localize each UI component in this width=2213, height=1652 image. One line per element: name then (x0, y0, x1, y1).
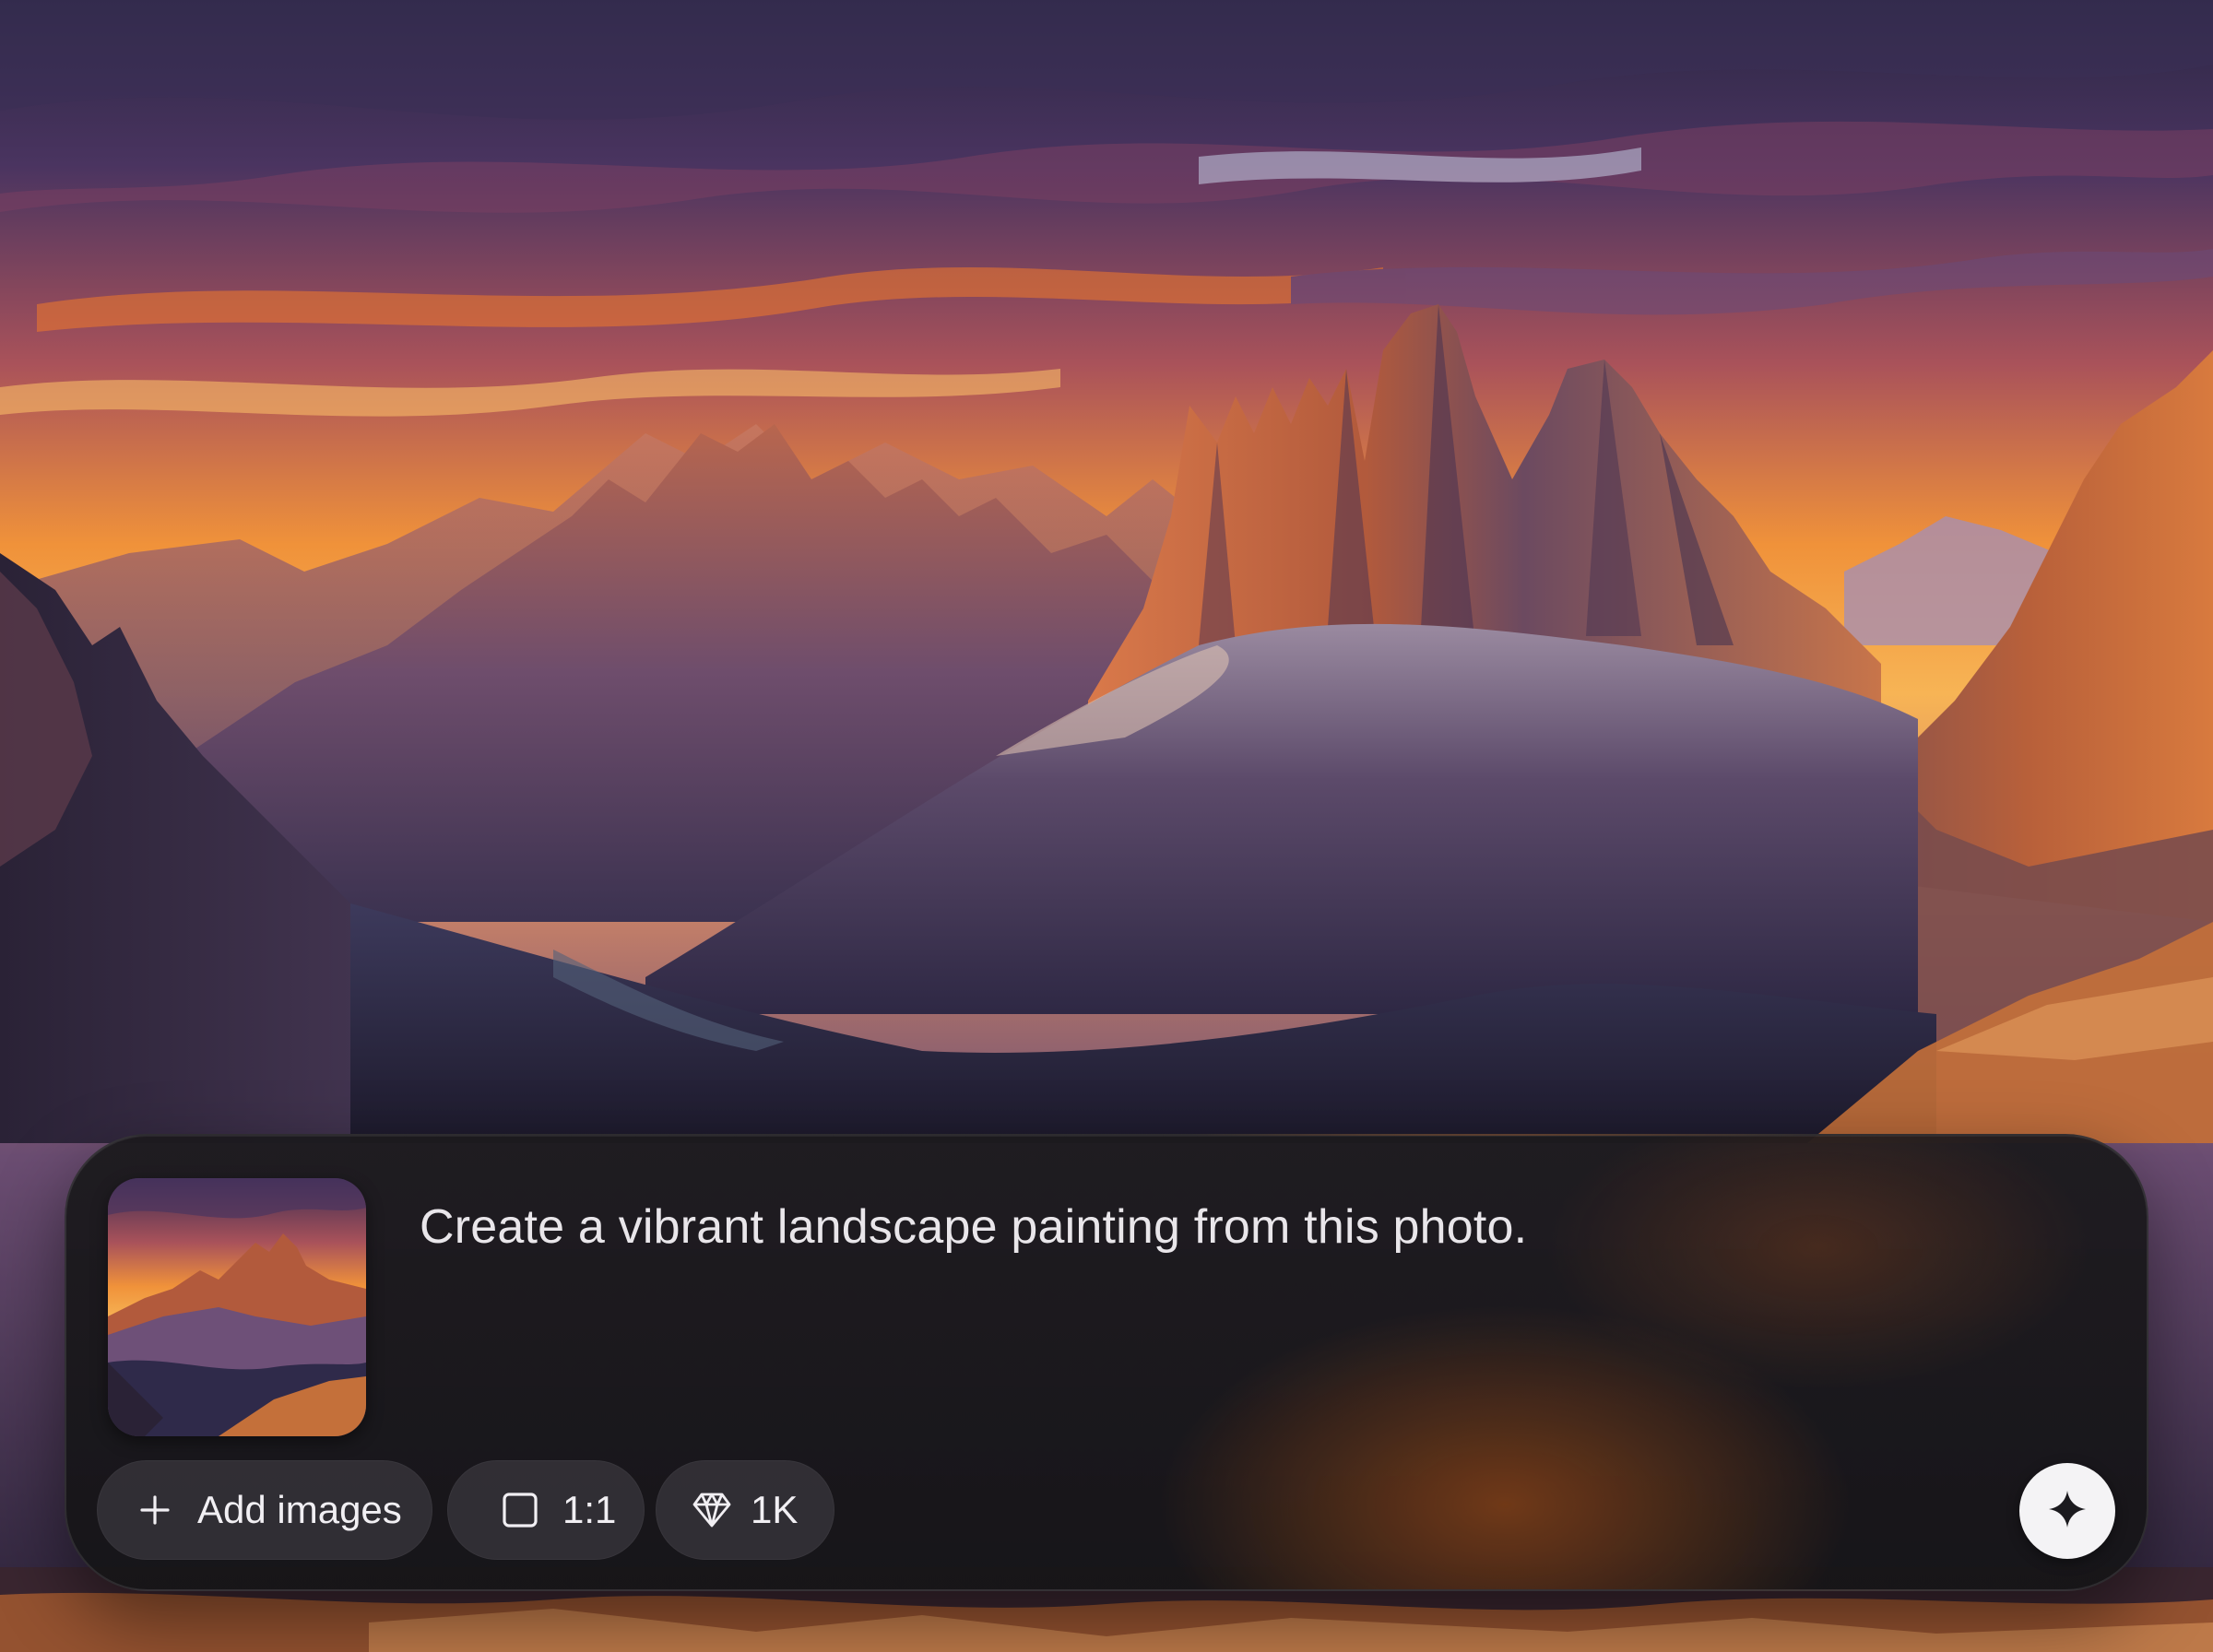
plus-icon (133, 1488, 177, 1532)
attached-image-thumbnail[interactable] (108, 1178, 366, 1436)
aspect-ratio-button[interactable]: 1:1 (447, 1460, 645, 1560)
prompt-input[interactable]: Create a vibrant landscape painting from… (420, 1197, 1987, 1257)
add-images-button[interactable]: Add images (97, 1460, 432, 1560)
resolution-button[interactable]: 1K (656, 1460, 834, 1560)
sparkle-icon (2047, 1489, 2088, 1534)
diamond-icon (690, 1488, 734, 1532)
generate-button[interactable] (2019, 1463, 2115, 1559)
prompt-composer: Create a vibrant landscape painting from… (65, 1134, 2148, 1591)
aspect-ratio-label: 1:1 (562, 1488, 617, 1531)
app-canvas: Create a vibrant landscape painting from… (0, 0, 2213, 1652)
add-images-label: Add images (197, 1488, 402, 1531)
landscape-thumbnail-icon (108, 1178, 366, 1436)
square-icon (498, 1488, 542, 1532)
resolution-label: 1K (751, 1488, 799, 1531)
